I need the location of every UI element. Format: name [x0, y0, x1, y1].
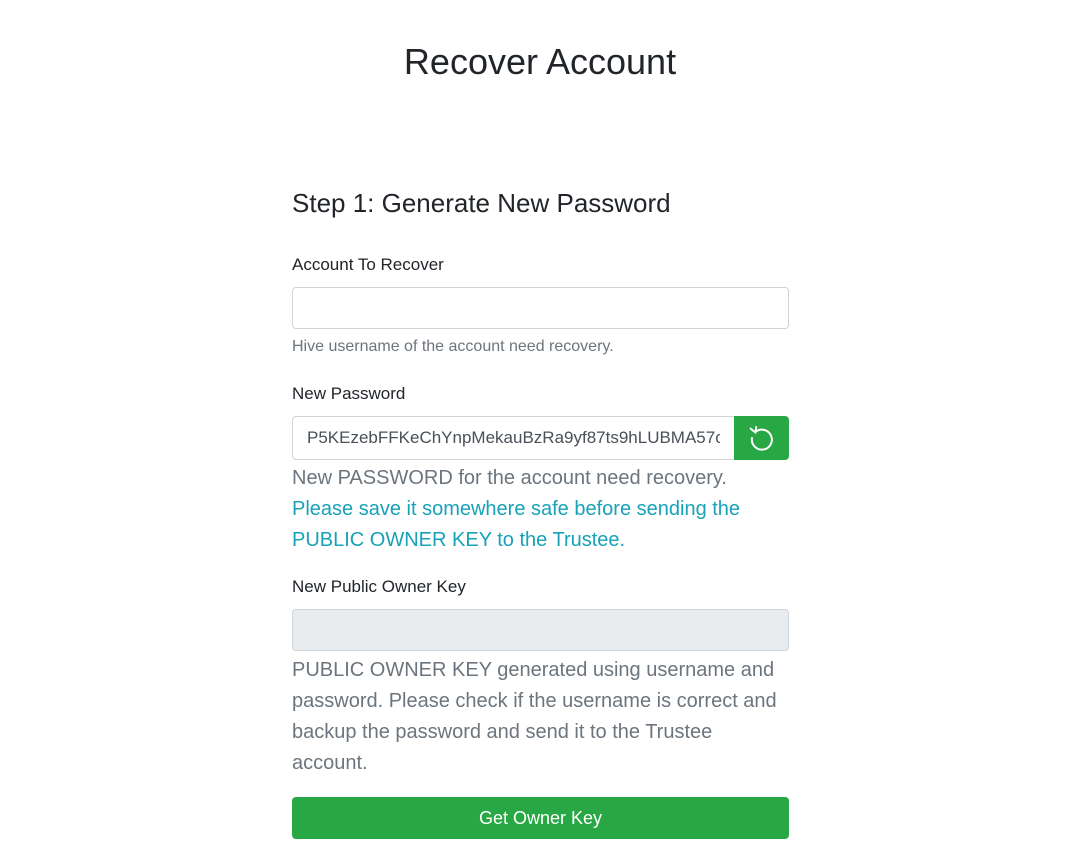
refresh-icon: [747, 423, 777, 453]
page-title: Recover Account: [403, 41, 677, 83]
password-help-text: New PASSWORD for the account need recove…: [292, 463, 789, 556]
get-owner-key-button[interactable]: Get Owner Key: [292, 797, 789, 839]
password-save-warning: Please save it somewhere safe before sen…: [292, 498, 741, 551]
account-help-text: Hive username of the account need recove…: [292, 338, 614, 355]
public-owner-key-field: [292, 609, 789, 651]
regenerate-password-button[interactable]: [734, 416, 789, 460]
new-password-input[interactable]: [292, 416, 735, 460]
account-to-recover-label: Account To Recover: [292, 255, 444, 274]
account-to-recover-input[interactable]: [292, 287, 789, 329]
new-public-owner-key-label: New Public Owner Key: [292, 577, 466, 596]
password-help: New PASSWORD for the account need recove…: [292, 467, 727, 489]
step-title: Step 1: Generate New Password: [292, 187, 671, 218]
owner-key-help-text: PUBLIC OWNER KEY generated using usernam…: [292, 659, 777, 774]
new-password-label: New Password: [292, 384, 406, 403]
